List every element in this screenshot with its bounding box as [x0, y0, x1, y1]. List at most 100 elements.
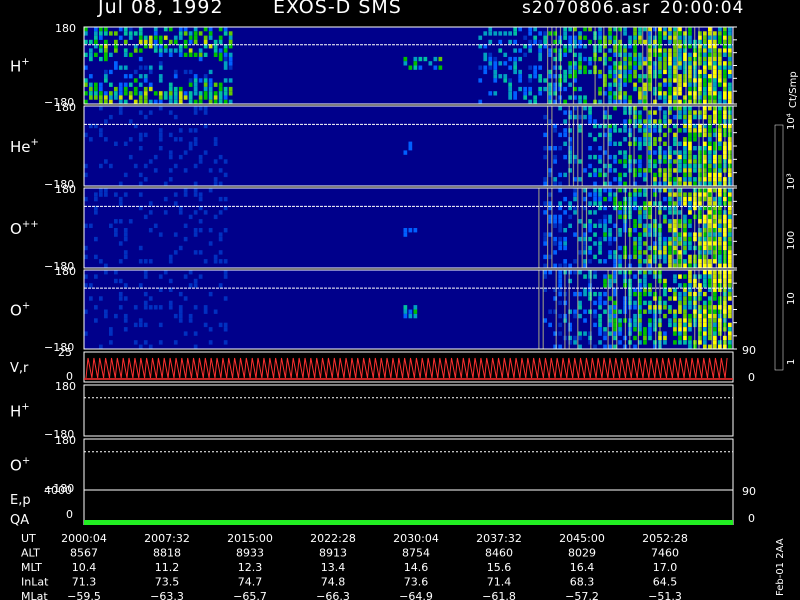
spectrogram-cell — [583, 168, 587, 173]
spectrogram-cell — [623, 95, 627, 100]
spectrogram-stripe — [624, 188, 626, 268]
spectrogram-cell — [578, 291, 582, 297]
spectrogram-cell — [593, 344, 597, 349]
spectrogram-cell — [568, 214, 572, 220]
spectrogram-stripe — [728, 106, 730, 186]
spectrogram-cell — [728, 69, 732, 75]
spectrogram-stripe — [650, 106, 652, 186]
footer-value: 71.3 — [72, 576, 97, 589]
spectrogram-cell — [593, 313, 597, 319]
spectrogram-cell — [643, 168, 647, 173]
spectrogram-cell — [183, 188, 188, 193]
spectrogram-cell — [708, 300, 712, 306]
spectrogram-cell — [193, 192, 198, 197]
spectrogram-cell — [143, 86, 148, 92]
spectrogram-cell — [638, 78, 642, 83]
spectrogram-cell — [178, 86, 183, 92]
spectrogram-cell — [478, 65, 483, 70]
spectrogram-cell — [488, 56, 493, 62]
qa-bar — [84, 520, 733, 525]
spectrogram-cell — [703, 95, 707, 100]
spectrogram-cell — [598, 245, 602, 251]
spectrogram-cell — [663, 56, 667, 62]
spectrogram-cell — [608, 254, 612, 260]
spectrogram-cell — [673, 150, 677, 155]
spectrogram-cell — [104, 119, 108, 124]
spectrogram-cell — [688, 82, 692, 87]
spectrogram-cell — [123, 86, 128, 92]
spectrogram-cell — [173, 201, 178, 206]
footer-row-label-inlat: InLat — [21, 576, 49, 589]
spectrogram-cell — [613, 141, 617, 146]
spectrogram-cell — [703, 82, 707, 87]
spectrogram-cell — [178, 99, 183, 104]
spectrogram-cell — [478, 35, 483, 40]
spectrogram-cell — [143, 74, 148, 79]
spectrogram-cell — [138, 56, 143, 62]
footer-row-label-alt: ALT — [21, 547, 40, 560]
spectrogram-cell — [153, 99, 158, 104]
spectrogram-cell — [118, 259, 123, 264]
spectrogram-cell — [628, 78, 632, 83]
spectrogram-cell — [598, 188, 602, 193]
spectrogram-cell — [643, 214, 647, 220]
spectrogram-cell — [688, 119, 692, 124]
spectrogram-cell — [178, 154, 183, 160]
spectrogram-cell — [153, 48, 158, 53]
spectrogram-cell — [668, 219, 672, 224]
spectrogram-cell — [99, 132, 103, 138]
spectrogram-cell — [109, 52, 113, 57]
spectrogram-cell — [104, 56, 108, 62]
footer-value: 12.3 — [238, 561, 263, 574]
spectrogram-cell — [138, 132, 143, 138]
spectrogram-cell — [128, 31, 133, 36]
spectrogram-cell — [713, 278, 717, 284]
spectrogram-cell — [683, 274, 687, 279]
spectrogram-cell — [173, 137, 178, 142]
spectrogram-cell — [148, 201, 153, 206]
spectrogram-cell — [533, 95, 537, 100]
spectrogram-cell — [558, 172, 562, 178]
spectrogram-cell — [643, 56, 647, 62]
spectrogram-cell — [728, 82, 732, 87]
spectrogram-cell — [138, 146, 143, 151]
spectrogram-cell — [109, 223, 113, 228]
spectrogram-cell — [203, 150, 208, 155]
spectrogram-cell — [188, 128, 193, 133]
spectrogram-cell — [728, 91, 732, 96]
spectrogram-cell — [648, 270, 652, 275]
spectrogram-cell — [653, 137, 657, 142]
spectrogram-cell — [123, 313, 128, 319]
spectrogram-cell — [138, 31, 143, 36]
spectrogram-cell — [683, 146, 687, 151]
spectrogram-cell — [89, 74, 93, 79]
spectrogram-cell — [553, 241, 557, 246]
spectrogram-cell — [178, 137, 183, 142]
spectrogram-cell — [708, 137, 712, 142]
spectrogram-cell — [593, 188, 597, 193]
spectrogram-cell — [633, 48, 637, 53]
spectrogram-cell — [488, 31, 493, 36]
spectrogram-cell — [598, 236, 602, 242]
spectrogram-cell — [89, 52, 93, 57]
spectrogram-cell — [408, 65, 413, 70]
spectrogram-cell — [593, 232, 597, 237]
spectrogram-cell — [223, 172, 228, 178]
spectrogram-cell — [688, 163, 692, 169]
spectrogram-cell — [608, 296, 612, 301]
spectrogram-cell — [158, 95, 163, 100]
spectrogram-cell — [608, 74, 612, 79]
spectrogram-cell — [683, 223, 687, 228]
spectrogram-cell — [728, 219, 732, 224]
spectrogram-cell — [138, 27, 143, 32]
spectrogram-cell — [603, 232, 607, 237]
spectrogram-cell — [703, 48, 707, 53]
spectrogram-cell — [508, 31, 512, 36]
spectrogram-cell — [84, 99, 88, 104]
spectrogram-cell — [608, 313, 612, 319]
panel-label-h-plus: H+ — [10, 57, 30, 76]
spectrogram-cell — [638, 95, 642, 100]
spectrogram-cell — [593, 119, 597, 124]
spectrogram-cell — [688, 192, 692, 197]
spectrogram-cell — [638, 91, 642, 96]
